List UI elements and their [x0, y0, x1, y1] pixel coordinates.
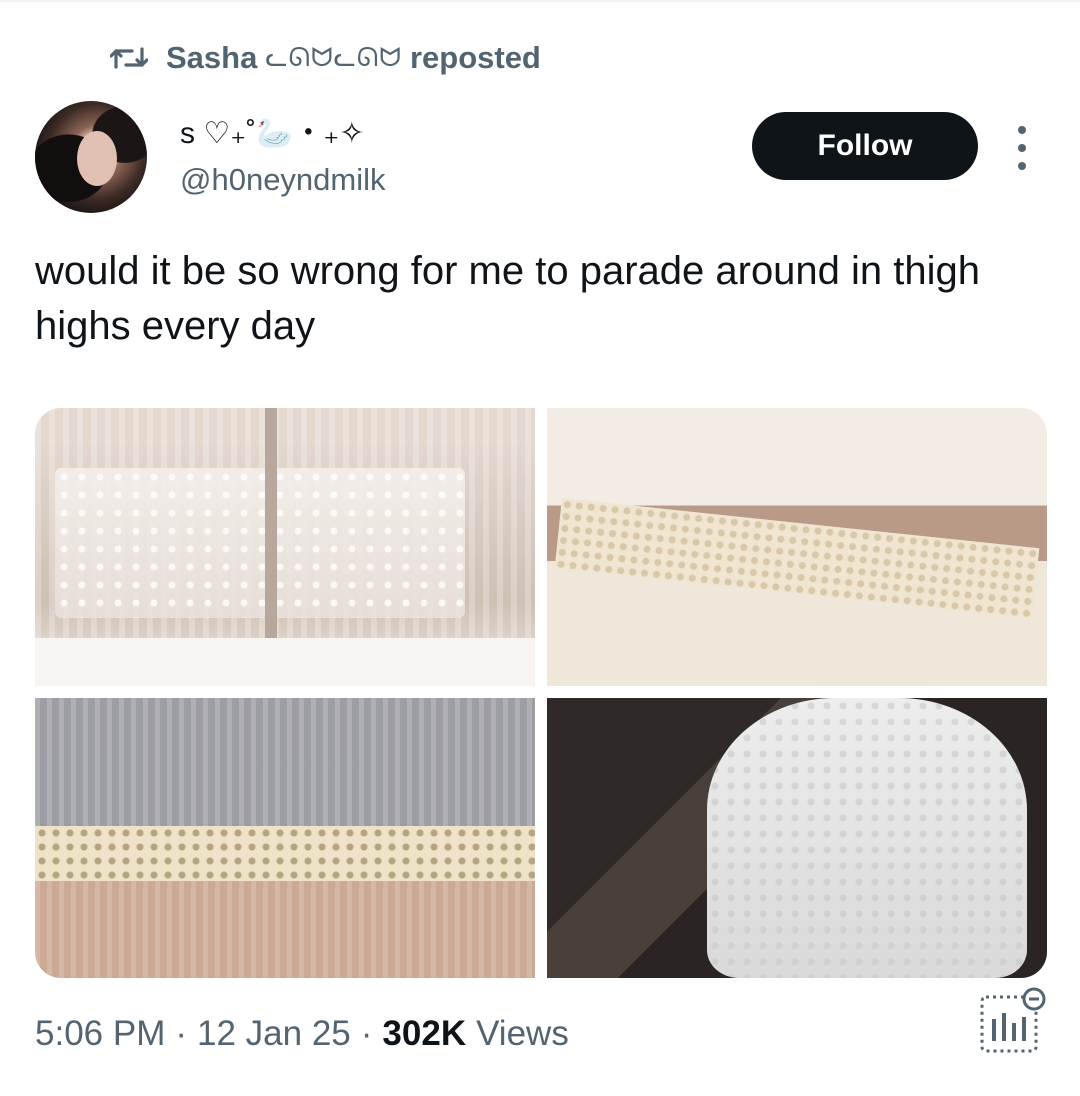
stocking [707, 698, 1027, 978]
reposter-name[interactable]: Sasha [166, 40, 257, 76]
avatar-face [77, 131, 117, 186]
tweet-date[interactable]: 12 Jan 25 [197, 1014, 351, 1054]
top-divider [0, 0, 1080, 2]
repost-context[interactable]: Sasha ᓚᘏᗢᓚᘏᗢ reposted [110, 36, 541, 80]
author-handle[interactable]: @h0neyndmilk [180, 162, 386, 198]
analytics-icon[interactable] [978, 985, 1048, 1055]
author-display-name[interactable]: s ♡₊˚🦢・₊✧ [180, 108, 364, 152]
follow-button[interactable]: Follow [752, 112, 978, 180]
tweet-meta: 5:06 PM · 12 Jan 25 · 302K Views [35, 1014, 569, 1054]
reposted-action: reposted [409, 40, 541, 75]
lace-pattern [35, 826, 535, 881]
tweet-text: would it be so wrong for me to parade ar… [35, 249, 981, 348]
avatar[interactable] [35, 101, 147, 213]
views-label: Views [476, 1014, 569, 1053]
media-grid [35, 408, 1047, 978]
more-dot [1018, 162, 1026, 170]
meta-separator: · [175, 1014, 188, 1053]
reposter-emoji: ᓚᘏᗢᓚᘏᗢ [265, 42, 402, 72]
meta-separator: · [360, 1014, 373, 1053]
media-image-3[interactable] [35, 698, 535, 978]
tweet-time[interactable]: 5:06 PM [35, 1014, 165, 1054]
views-count: 302K [382, 1014, 467, 1053]
repost-label: Sasha ᓚᘏᗢᓚᘏᗢ reposted [166, 40, 541, 76]
more-dot [1018, 144, 1026, 152]
media-image-2[interactable] [547, 408, 1047, 686]
hem [35, 638, 535, 686]
lace-pattern [55, 468, 465, 618]
media-image-1[interactable] [35, 408, 535, 686]
leg-gap [265, 408, 277, 638]
more-dot [1018, 126, 1026, 134]
repost-icon [110, 43, 148, 73]
media-image-4[interactable] [547, 698, 1047, 978]
more-vertical-icon[interactable] [1012, 126, 1032, 170]
lace-pattern [554, 498, 1040, 618]
